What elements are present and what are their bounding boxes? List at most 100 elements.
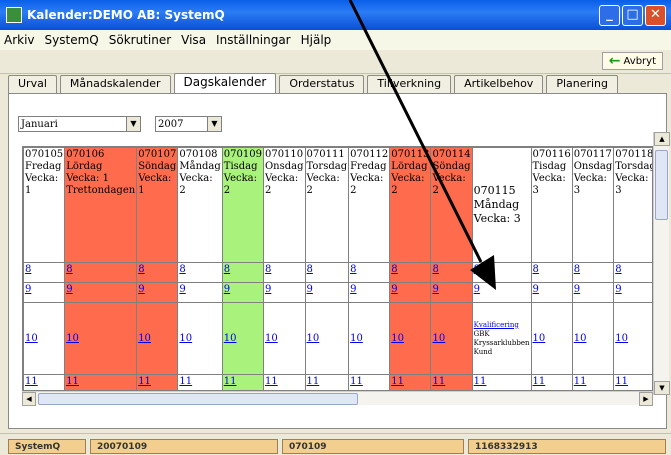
hour-link[interactable]: 11 <box>66 376 79 387</box>
hour-cell[interactable]: 11 <box>471 374 532 390</box>
hour-link[interactable]: 9 <box>224 284 230 295</box>
hour-cell[interactable]: 8 <box>262 262 306 283</box>
hour-link[interactable]: 11 <box>138 376 151 387</box>
hour-cell[interactable]: 10 <box>262 302 306 375</box>
hour-link[interactable]: 9 <box>474 284 480 295</box>
hour-link[interactable]: 11 <box>350 376 363 387</box>
hour-link[interactable]: 9 <box>615 284 621 295</box>
hour-link[interactable]: 8 <box>474 264 480 275</box>
tab-urval[interactable]: Urval <box>8 75 57 93</box>
menu-sokrutiner[interactable]: Sökrutiner <box>109 33 171 47</box>
hour-cell[interactable]: 9 <box>221 282 264 303</box>
hour-cell[interactable]: 11 <box>136 374 179 390</box>
maximize-button[interactable]: □ <box>622 4 643 26</box>
menu-installningar[interactable]: Inställningar <box>216 33 291 47</box>
hour-cell[interactable]: 9 <box>348 282 391 303</box>
day-header-cell[interactable]: 070117 Onsdag Vecka: 3 <box>571 147 615 263</box>
year-select[interactable]: 2007 ▼ <box>155 116 222 132</box>
hour-link[interactable]: 9 <box>138 284 144 295</box>
hour-cell[interactable]: 9 <box>136 282 179 303</box>
tab-tillverkning[interactable]: Tillverkning <box>367 75 452 93</box>
hour-link[interactable]: 9 <box>533 284 539 295</box>
hour-link[interactable]: 10 <box>25 333 38 344</box>
tab-dagskalender[interactable]: Dagskalender <box>173 73 277 93</box>
hour-cell[interactable]: 10 <box>177 302 223 375</box>
hour-link[interactable]: 10 <box>224 333 237 344</box>
hour-link[interactable]: 8 <box>615 264 621 275</box>
hour-link[interactable]: 8 <box>307 264 313 275</box>
hour-cell[interactable]: 10 <box>304 302 350 375</box>
hour-cell[interactable]: 10 <box>530 302 573 375</box>
day-header-cell[interactable]: 070108 Måndag Vecka: 2 <box>177 147 223 263</box>
day-header-cell[interactable]: 070113 Lördag Vecka: 2 <box>389 147 432 263</box>
menu-arkiv[interactable]: Arkiv <box>4 33 35 47</box>
menu-systemq[interactable]: SystemQ <box>45 33 99 47</box>
hour-cell[interactable]: 9 <box>64 282 138 303</box>
hour-cell[interactable]: 8 <box>571 262 615 283</box>
hour-link[interactable]: 9 <box>179 284 185 295</box>
hour-link[interactable]: 10 <box>66 333 79 344</box>
hour-cell[interactable]: 10 <box>613 302 652 375</box>
hour-link[interactable]: 11 <box>432 376 445 387</box>
hour-link[interactable]: 11 <box>265 376 278 387</box>
hour-link[interactable]: 10 <box>391 333 404 344</box>
close-button[interactable]: ✕ <box>645 4 666 26</box>
avbryt-button[interactable]: ← Avbryt <box>601 52 663 70</box>
hour-link[interactable]: 10 <box>179 333 192 344</box>
hour-cell[interactable]: 9 <box>430 282 473 303</box>
hour-cell[interactable]: 10 <box>389 302 432 375</box>
hour-cell[interactable]: 9 <box>471 282 532 303</box>
hour-link[interactable]: 11 <box>179 376 192 387</box>
hour-cell[interactable]: 8 <box>471 262 532 283</box>
day-header-cell[interactable]: 070105 Fredag Vecka: 1 <box>23 147 66 263</box>
day-header-cell[interactable]: 070112 Fredag Vecka: 2 <box>348 147 391 263</box>
hour-link[interactable]: 11 <box>391 376 404 387</box>
hour-cell[interactable]: 11 <box>389 374 432 390</box>
hour-cell[interactable]: 11 <box>430 374 473 390</box>
vertical-scrollbar[interactable]: ▲ ▼ <box>653 132 670 395</box>
hour-link[interactable]: 8 <box>25 264 31 275</box>
hour-cell[interactable]: 8 <box>221 262 264 283</box>
hour-cell[interactable]: 11 <box>571 374 615 390</box>
hour-link[interactable]: 9 <box>66 284 72 295</box>
hour-link[interactable]: 8 <box>350 264 356 275</box>
hour-cell[interactable]: 9 <box>177 282 223 303</box>
hour-link[interactable]: 8 <box>432 264 438 275</box>
hour-cell[interactable]: 11 <box>221 374 264 390</box>
month-select[interactable]: Januari ▼ <box>18 116 141 132</box>
hour-link[interactable]: 11 <box>224 376 237 387</box>
day-header-cell[interactable]: 070111 Torsdag Vecka: 2 <box>304 147 350 263</box>
hour-cell[interactable]: 8 <box>348 262 391 283</box>
scroll-up-icon[interactable]: ▲ <box>654 132 670 146</box>
hour-cell[interactable]: 11 <box>348 374 391 390</box>
hour-link[interactable]: 8 <box>224 264 230 275</box>
hour-link[interactable]: 10 <box>533 333 546 344</box>
hour-link[interactable]: 9 <box>391 284 397 295</box>
hour-cell[interactable]: Kvalificering GBK Kryssarklubben Kund <box>471 302 532 375</box>
hour-link[interactable]: 10 <box>350 333 363 344</box>
hour-cell[interactable]: 10 <box>23 302 66 375</box>
hour-link[interactable]: 11 <box>474 376 487 387</box>
hour-cell[interactable]: 9 <box>389 282 432 303</box>
day-header-cell[interactable]: 070109 Tisdag Vecka: 2 <box>221 147 264 263</box>
tab-orderstatus[interactable]: Orderstatus <box>279 75 365 93</box>
hour-cell[interactable]: 8 <box>64 262 138 283</box>
event-title[interactable]: Kvalificering <box>474 321 530 330</box>
hour-link[interactable]: 10 <box>265 333 278 344</box>
vertical-scroll-thumb[interactable] <box>655 150 668 220</box>
scroll-left-icon[interactable]: ◀ <box>22 392 36 406</box>
hour-link[interactable]: 9 <box>432 284 438 295</box>
day-header-cell[interactable]: 070116 Tisdag Vecka: 3 <box>530 147 573 263</box>
day-header-cell[interactable]: 070110 Onsdag Vecka: 2 <box>262 147 306 263</box>
hour-cell[interactable]: 10 <box>64 302 138 375</box>
hour-link[interactable]: 11 <box>615 376 628 387</box>
hour-link[interactable]: 10 <box>138 333 151 344</box>
hour-cell[interactable]: 9 <box>262 282 306 303</box>
hour-link[interactable]: 11 <box>307 376 320 387</box>
hour-link[interactable]: 9 <box>265 284 271 295</box>
hour-link[interactable]: 10 <box>574 333 587 344</box>
hour-cell[interactable]: 8 <box>530 262 573 283</box>
day-header-cell[interactable]: 070115 Måndag Vecka: 3 <box>471 147 532 263</box>
hour-link[interactable]: 11 <box>574 376 587 387</box>
menu-visa[interactable]: Visa <box>181 33 206 47</box>
